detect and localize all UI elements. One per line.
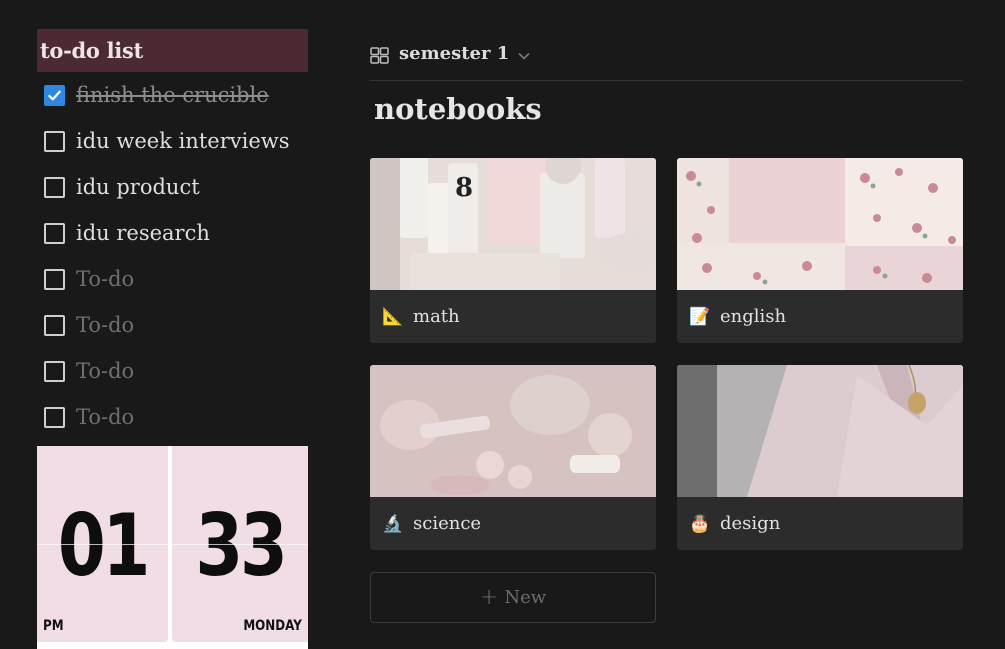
view-selector[interactable]: semester 1 <box>370 40 963 81</box>
todo-item[interactable]: To-do <box>44 394 308 440</box>
todo-item[interactable]: idu research <box>44 210 308 256</box>
triangular-ruler-icon: 📐 <box>382 306 404 327</box>
checkbox[interactable] <box>44 130 65 152</box>
cake-icon: 🎂 <box>689 513 711 534</box>
new-page-button[interactable]: + New <box>370 572 656 623</box>
cover-illustration <box>677 365 963 497</box>
cover-illustration <box>677 158 963 290</box>
microscope-icon: 🔬 <box>382 513 404 534</box>
flip-clock-widget: 01 PM 33 MONDAY <box>37 446 308 649</box>
todo-list-header: to-do list <box>37 29 308 72</box>
card-cover-image <box>677 365 963 497</box>
checkbox[interactable] <box>44 222 65 244</box>
todo-item-placeholder[interactable]: To-do <box>76 313 134 337</box>
clock-minute: 33 <box>195 496 288 596</box>
todo-item[interactable]: finish the crucible <box>44 72 308 118</box>
todo-item-label[interactable]: idu research <box>76 221 210 245</box>
memo-icon: 📝 <box>689 306 711 327</box>
checkbox-checked[interactable] <box>44 84 65 106</box>
checkbox[interactable] <box>44 406 65 428</box>
view-name[interactable]: semester 1 <box>399 43 509 64</box>
todo-item-placeholder[interactable]: To-do <box>76 267 134 291</box>
gallery-card-math[interactable]: 8 📐 math <box>370 158 656 343</box>
gallery-card-science[interactable]: 🔬 science <box>370 365 656 550</box>
todo-item-label[interactable]: idu week interviews <box>76 129 290 153</box>
card-cover-image: 8 <box>370 158 656 290</box>
checkmark-icon <box>48 90 61 100</box>
card-title[interactable]: science <box>413 513 481 534</box>
svg-text:8: 8 <box>455 173 473 203</box>
clock-hour: 01 <box>57 496 151 596</box>
gallery-card-design[interactable]: 🎂 design <box>677 365 963 550</box>
todo-item-label[interactable]: idu product <box>76 175 200 199</box>
todo-item[interactable]: idu week interviews <box>44 118 308 164</box>
plus-icon: + <box>479 585 499 610</box>
checkbox[interactable] <box>44 268 65 290</box>
card-title[interactable]: design <box>720 513 780 534</box>
todo-item[interactable]: idu product <box>44 164 308 210</box>
todo-item[interactable]: To-do <box>44 256 308 302</box>
todo-item[interactable]: To-do <box>44 348 308 394</box>
todo-list: finish the crucible idu week interviews … <box>44 72 308 440</box>
chevron-down-icon[interactable] <box>518 51 530 61</box>
clock-period: PM <box>43 618 64 634</box>
gallery-view-icon <box>370 47 389 64</box>
cover-illustration: 8 <box>370 158 656 290</box>
checkbox[interactable] <box>44 360 65 382</box>
page-title: notebooks <box>374 92 542 126</box>
card-title[interactable]: math <box>413 306 460 327</box>
clock-day: MONDAY <box>243 618 302 634</box>
todo-item[interactable]: To-do <box>44 302 308 348</box>
card-title[interactable]: english <box>720 306 786 327</box>
todo-item-placeholder[interactable]: To-do <box>76 405 134 429</box>
todo-list-title: to-do list <box>40 38 143 63</box>
todo-item-label[interactable]: finish the crucible <box>76 83 269 107</box>
new-button-label: New <box>504 587 547 608</box>
gallery-card-english[interactable]: 📝 english <box>677 158 963 343</box>
clock-flip-divider <box>37 544 308 545</box>
card-cover-image <box>370 365 656 497</box>
checkbox[interactable] <box>44 314 65 336</box>
checkbox[interactable] <box>44 176 65 198</box>
cover-illustration <box>370 365 656 497</box>
todo-item-placeholder[interactable]: To-do <box>76 359 134 383</box>
card-cover-image <box>677 158 963 290</box>
